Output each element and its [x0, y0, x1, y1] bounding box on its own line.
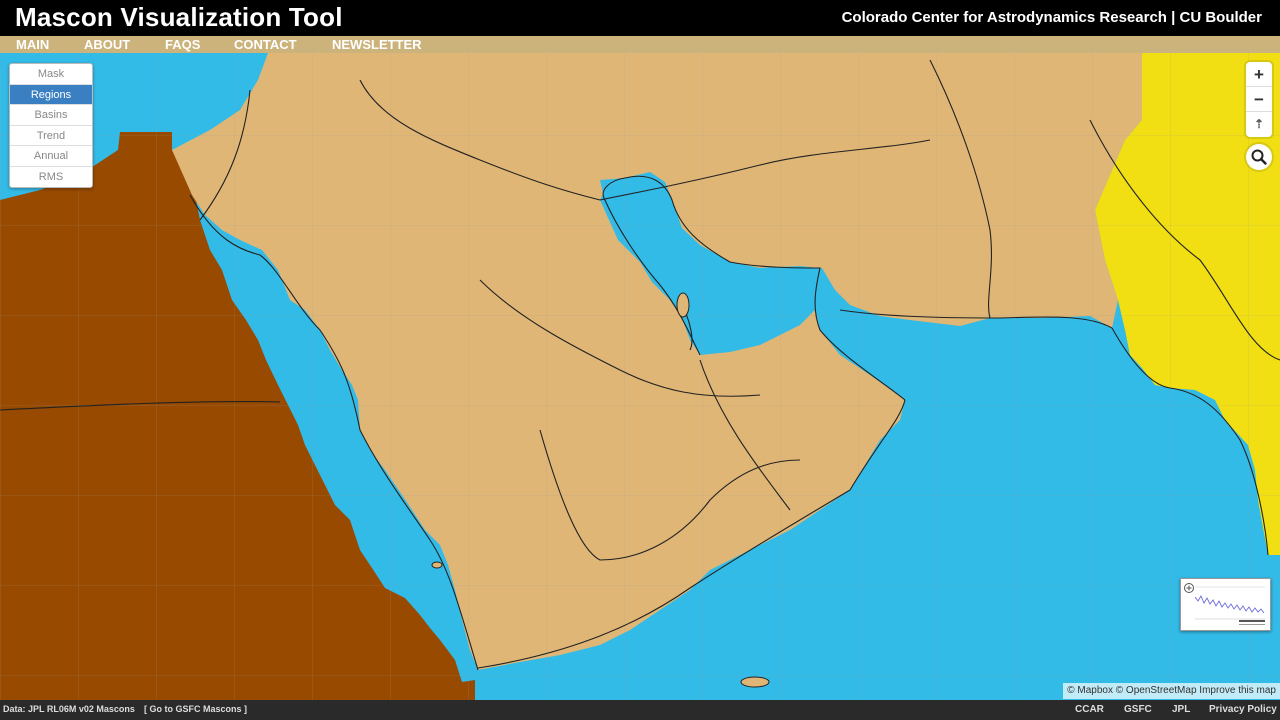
mapbox-attribution-link[interactable]: © Mapbox — [1067, 685, 1113, 696]
nav-newsletter[interactable]: NEWSLETTER — [332, 36, 422, 53]
layer-rms-button[interactable]: RMS — [10, 167, 92, 188]
nav-contact[interactable]: CONTACT — [234, 36, 297, 53]
nav-about[interactable]: ABOUT — [84, 36, 130, 53]
timeseries-chart-thumbnail[interactable] — [1180, 578, 1271, 631]
zoom-in-icon[interactable]: + — [1246, 62, 1272, 87]
footer-link-ccar[interactable]: CCAR — [1075, 704, 1104, 715]
nav-faqs[interactable]: FAQS — [165, 36, 200, 53]
footer-link-jpl[interactable]: JPL — [1172, 704, 1190, 715]
nav-main[interactable]: MAIN — [16, 36, 49, 53]
gsfc-mascons-link[interactable]: [ Go to GSFC Mascons ] — [144, 704, 247, 714]
organization-title[interactable]: Colorado Center for Astrodynamics Resear… — [842, 9, 1262, 26]
layer-regions-button[interactable]: Regions — [10, 84, 92, 105]
map-attribution: © Mapbox © OpenStreetMap Improve this ma… — [1063, 683, 1280, 699]
layer-selector: Mask Regions Basins Trend Annual RMS — [9, 63, 93, 188]
footer-bar: Data: JPL RL06M v02 Mascons [ Go to GSFC… — [0, 700, 1280, 720]
search-icon[interactable] — [1246, 144, 1272, 170]
layer-basins-button[interactable]: Basins — [10, 105, 92, 126]
main-nav: MAIN ABOUT FAQS CONTACT NEWSLETTER — [0, 36, 1280, 53]
map-navigation-control: + − ⇡ — [1246, 62, 1272, 137]
layer-annual-button[interactable]: Annual — [10, 146, 92, 167]
zoom-out-icon[interactable]: − — [1246, 87, 1272, 112]
mascon-map[interactable] — [0, 53, 1280, 700]
compass-icon[interactable]: ⇡ — [1246, 112, 1272, 137]
footer-link-privacy[interactable]: Privacy Policy — [1209, 704, 1277, 715]
header-bar: Mascon Visualization Tool Colorado Cente… — [0, 0, 1280, 36]
data-source-label: Data: JPL RL06M v02 Mascons — [3, 704, 135, 714]
improve-map-link[interactable]: Improve this map — [1199, 685, 1276, 696]
layer-mask-button[interactable]: Mask — [10, 64, 92, 85]
layer-trend-button[interactable]: Trend — [10, 126, 92, 146]
app-title: Mascon Visualization Tool — [15, 2, 343, 32]
footer-link-gsfc[interactable]: GSFC — [1124, 704, 1152, 715]
osm-attribution-link[interactable]: © OpenStreetMap — [1116, 685, 1197, 696]
